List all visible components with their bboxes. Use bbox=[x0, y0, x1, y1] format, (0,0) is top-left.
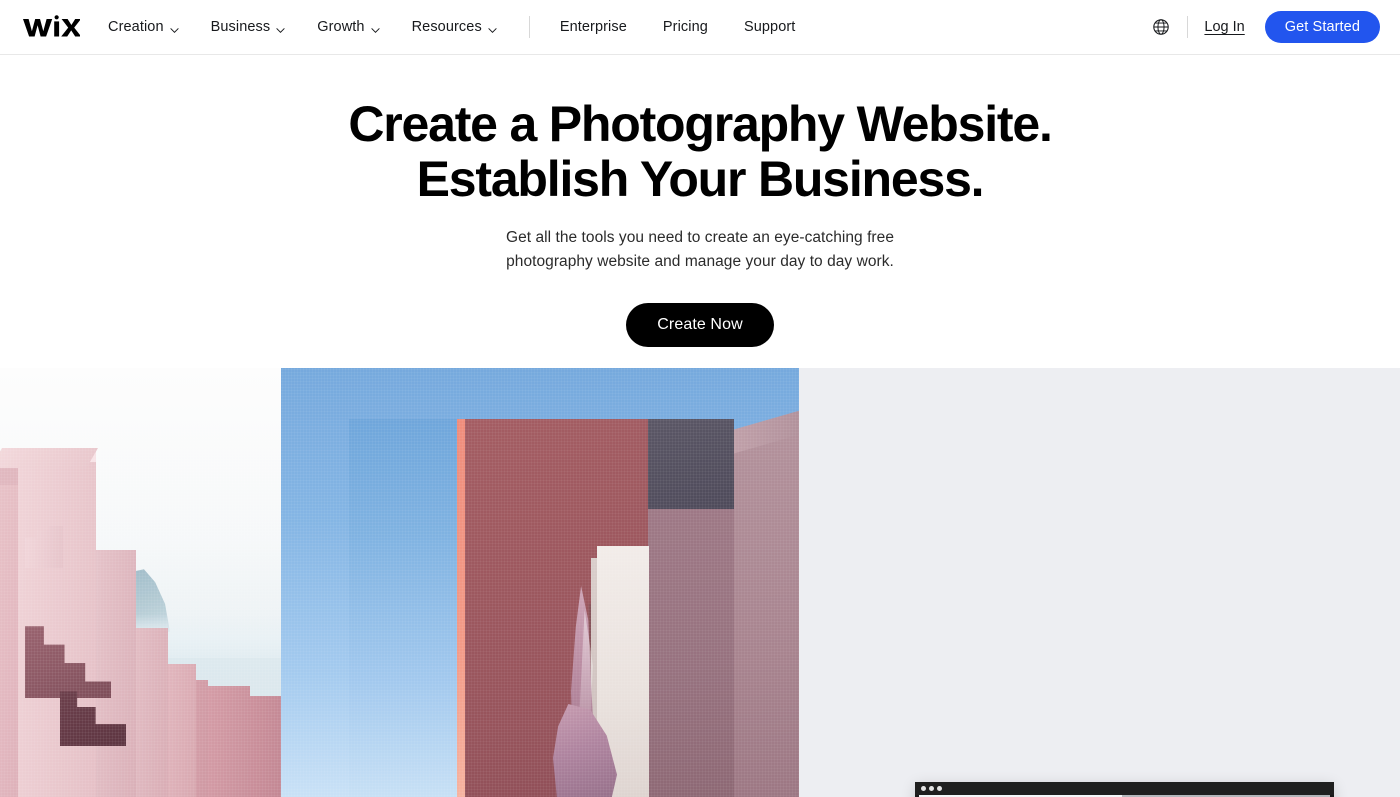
center-image-mauve-wall bbox=[732, 430, 799, 797]
chevron-down-icon bbox=[370, 23, 380, 33]
center-showcase-image bbox=[281, 368, 799, 797]
center-image-mauve-column bbox=[648, 509, 734, 797]
site-header: Creation Business Growth Resources Enter… bbox=[0, 0, 1400, 55]
page-title: Create a Photography Website. Establish … bbox=[0, 55, 1400, 207]
page-title-line-2: Establish Your Business. bbox=[416, 151, 985, 207]
left-showcase-image bbox=[0, 368, 281, 797]
header-divider bbox=[1187, 16, 1189, 38]
nav-item-enterprise[interactable]: Enterprise bbox=[560, 19, 627, 35]
showcase-section: CALVIN PAUSANIA bbox=[0, 368, 1400, 797]
nav-item-creation[interactable]: Creation bbox=[108, 19, 179, 35]
left-image-roof bbox=[0, 448, 98, 468]
header-actions: Log In Get Started bbox=[1149, 11, 1380, 43]
hero-subtitle: Get all the tools you need to create an … bbox=[0, 226, 1400, 274]
figure-lower bbox=[553, 704, 617, 797]
browser-dot-icon bbox=[921, 786, 926, 791]
nav-item-business-label: Business bbox=[210, 19, 271, 35]
create-now-button[interactable]: Create Now bbox=[626, 303, 774, 347]
browser-dot-icon bbox=[937, 786, 942, 791]
nav-item-resources[interactable]: Resources bbox=[412, 19, 497, 35]
hero-section: Create a Photography Website. Establish … bbox=[0, 55, 1400, 368]
nav-divider bbox=[528, 16, 530, 38]
center-image-dark-corner bbox=[648, 419, 734, 512]
login-link[interactable]: Log In bbox=[1204, 19, 1244, 35]
nav-item-growth[interactable]: Growth bbox=[317, 19, 380, 35]
get-started-button[interactable]: Get Started bbox=[1264, 11, 1380, 43]
center-image-draped-figure bbox=[549, 586, 623, 797]
desktop-website-mockup[interactable]: CALVIN PAUSANIA bbox=[915, 782, 1334, 797]
wix-logo-icon bbox=[23, 15, 80, 37]
hero-subtitle-line-1: Get all the tools you need to create an … bbox=[505, 229, 894, 246]
browser-dot-icon bbox=[929, 786, 934, 791]
hero-subtitle-line-2: photography website and manage your day … bbox=[506, 253, 894, 270]
nav-item-resources-label: Resources bbox=[411, 19, 482, 35]
center-image-coral-edge bbox=[457, 419, 465, 797]
nav-item-pricing[interactable]: Pricing bbox=[663, 19, 708, 35]
globe-icon[interactable] bbox=[1149, 15, 1173, 39]
chevron-down-icon bbox=[488, 23, 497, 33]
chevron-down-icon bbox=[276, 23, 285, 33]
center-image-blue-panel bbox=[349, 419, 459, 797]
page-title-line-1: Create a Photography Website. bbox=[348, 96, 1053, 152]
primary-navigation: Creation Business Growth Resources Enter… bbox=[108, 16, 831, 38]
nav-item-business[interactable]: Business bbox=[211, 19, 286, 35]
nav-item-support[interactable]: Support bbox=[744, 19, 796, 35]
nav-item-growth-label: Growth bbox=[317, 19, 365, 35]
chevron-down-icon bbox=[170, 23, 179, 33]
nav-item-creation-label: Creation bbox=[108, 19, 164, 35]
browser-titlebar bbox=[915, 782, 1334, 795]
wix-logo[interactable] bbox=[20, 12, 82, 42]
